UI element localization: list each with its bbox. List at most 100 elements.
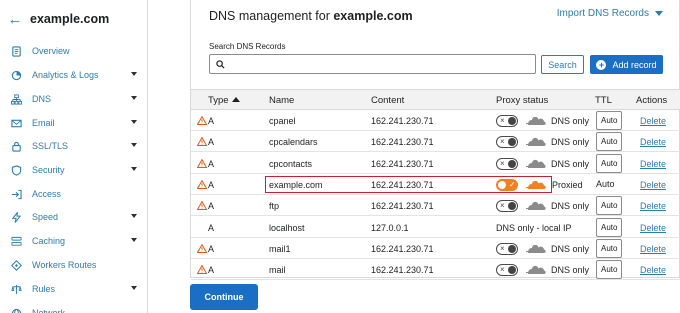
sidebar-item-label: Security	[32, 165, 65, 175]
proxy-toggle[interactable]: ×	[496, 242, 518, 255]
table-row[interactable]: Acpcalendars 162.241.230.71 × DNS only Auto D…	[191, 131, 680, 153]
ttl-select[interactable]: Auto	[596, 196, 622, 216]
import-dns-records-label: Import DNS Records	[556, 8, 649, 19]
table-row[interactable]: Acpanel 162.241.230.71 × DNS only Auto Delete	[191, 110, 680, 131]
table-row[interactable]: Acpcontacts 162.241.230.71 × DNS only Auto De…	[191, 153, 680, 174]
shield-icon	[10, 164, 22, 176]
record-type: A	[208, 116, 215, 126]
delete-link[interactable]: Delete	[640, 159, 666, 169]
search-icon	[216, 59, 225, 69]
toggle-knob	[508, 159, 516, 168]
proxy-status-label: DNS only	[551, 137, 590, 148]
back-arrow-icon[interactable]: ←	[8, 11, 23, 28]
cloud-icon	[525, 241, 547, 255]
chevron-down-icon[interactable]	[131, 167, 137, 171]
x-icon: ×	[500, 243, 505, 253]
continue-button[interactable]: Continue	[190, 284, 258, 310]
warning-icon	[196, 158, 208, 168]
proxy-toggle[interactable]: ×	[496, 136, 518, 149]
ttl-select[interactable]: Auto	[596, 217, 622, 237]
record-content: 162.241.230.71	[371, 265, 434, 276]
chevron-down-icon[interactable]	[131, 96, 137, 100]
proxy-toggle[interactable]: ×	[496, 200, 518, 213]
column-type[interactable]: Type	[208, 95, 240, 106]
ttl-select[interactable]: Auto	[596, 238, 622, 258]
sidebar-item-rules[interactable]: Rules	[0, 278, 147, 300]
toggle-knob	[508, 202, 516, 211]
chevron-down-icon[interactable]	[131, 120, 137, 124]
sidebar-item-label: SSL/TLS	[32, 141, 69, 151]
delete-link[interactable]: Delete	[640, 244, 666, 254]
proxy-status-label: DNS only	[551, 265, 590, 276]
table-row[interactable]: Amail 162.241.230.71 × DNS only Auto Delete	[191, 259, 680, 281]
import-dns-records-button[interactable]: Import DNS Records	[557, 8, 663, 19]
delete-link[interactable]: Delete	[640, 223, 666, 233]
chevron-down-icon[interactable]	[131, 286, 137, 290]
x-icon: ×	[500, 137, 505, 147]
chevron-down-icon[interactable]	[131, 143, 137, 147]
sidebar-item-label: Network	[32, 308, 66, 313]
ttl-select[interactable]: Auto	[596, 132, 622, 152]
dns-card: DNS management for example.com Import DN…	[190, 0, 680, 281]
ttl-select[interactable]: Auto	[596, 153, 622, 173]
warning-icon	[196, 179, 208, 189]
dns-management-screen: ← example.com Overview Analytics & Logs DN…	[0, 0, 680, 313]
sidebar-item-email[interactable]: Email	[0, 112, 147, 134]
column-proxy-status: Proxy status	[496, 95, 549, 106]
table-row[interactable]: Alocalhost 127.0.0.1 DNS only - local IP Au…	[191, 217, 680, 238]
sidebar-item-label: DNS	[32, 94, 52, 104]
page-title-domain: example.com	[333, 9, 413, 23]
sidebar-item-speed[interactable]: Speed	[0, 206, 147, 228]
sidebar-item-label: Analytics & Logs	[32, 70, 99, 80]
toggle-knob	[508, 266, 516, 275]
record-type: A	[208, 222, 215, 233]
ttl-value: Auto	[601, 265, 618, 275]
cloud-icon	[525, 198, 547, 212]
dns-icon	[10, 93, 22, 105]
caret-down-icon	[655, 11, 663, 16]
chevron-down-icon[interactable]	[131, 72, 137, 76]
page-title-prefix: DNS management for	[209, 9, 334, 23]
sidebar-item-caching[interactable]: Caching	[0, 230, 147, 252]
delete-link[interactable]: Delete	[640, 201, 666, 211]
ttl-select[interactable]: Auto	[596, 111, 622, 130]
sidebar-item-dns[interactable]: DNS	[0, 88, 147, 110]
caching-icon	[10, 235, 22, 247]
x-icon: ×	[500, 265, 505, 275]
delete-link[interactable]: Delete	[640, 180, 666, 190]
sidebar-item-network[interactable]: Network	[0, 302, 147, 313]
sidebar-item-access[interactable]: Access	[0, 183, 147, 205]
ttl-select[interactable]: Auto	[596, 260, 622, 280]
proxy-toggle[interactable]: ×	[496, 264, 518, 277]
table-row[interactable]: Aftp 162.241.230.71 × DNS only Auto Delete	[191, 195, 680, 217]
add-record-label: Add record	[612, 59, 657, 70]
toggle-knob	[508, 117, 516, 125]
access-icon	[10, 188, 22, 200]
record-content: 127.0.0.1	[371, 222, 409, 233]
search-button[interactable]: Search	[541, 55, 584, 74]
delete-link[interactable]: Delete	[640, 116, 666, 126]
sidebar-item-analytics-logs[interactable]: Analytics & Logs	[0, 64, 147, 86]
lock-icon	[10, 140, 22, 152]
chevron-down-icon[interactable]	[131, 214, 137, 218]
proxy-status-label: Proxied	[552, 179, 583, 190]
proxy-toggle[interactable]: ×	[496, 115, 518, 127]
search-input[interactable]	[230, 59, 535, 69]
chevron-down-icon[interactable]	[131, 238, 137, 242]
sidebar-item-ssl-tls[interactable]: SSL/TLS	[0, 135, 147, 157]
proxy-toggle[interactable]: ×	[496, 157, 518, 170]
search-field[interactable]	[209, 54, 536, 74]
cloud-icon	[525, 156, 547, 170]
add-record-button[interactable]: + Add record	[590, 55, 663, 74]
delete-link[interactable]: Delete	[640, 137, 666, 147]
delete-link[interactable]: Delete	[640, 265, 666, 275]
sidebar-item-security[interactable]: Security	[0, 159, 147, 181]
table-row[interactable]: Amail1 162.241.230.71 × DNS only Auto Delete	[191, 238, 680, 259]
sidebar-item-label: Speed	[32, 212, 59, 222]
network-icon	[10, 307, 22, 313]
record-content: 162.241.230.71	[371, 201, 434, 212]
page-title: DNS management for example.com	[209, 9, 413, 23]
sidebar-item-workers-routes[interactable]: Workers Routes	[0, 254, 147, 276]
x-icon: ×	[500, 201, 505, 211]
sidebar-item-overview[interactable]: Overview	[0, 40, 147, 62]
